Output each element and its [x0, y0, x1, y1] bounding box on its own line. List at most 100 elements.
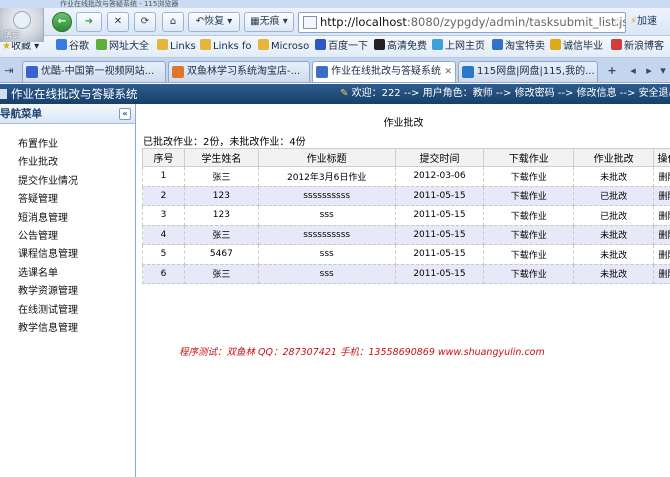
- cell-no: 2: [142, 185, 185, 206]
- home-icon: ⌂: [169, 16, 177, 27]
- download-link[interactable]: 下载作业: [483, 166, 575, 187]
- favorite-link[interactable]: 新浪博客: [611, 39, 664, 55]
- favorites-label: 收藏: [10, 41, 31, 52]
- youku-icon: [26, 66, 38, 78]
- system-icon: [0, 89, 7, 99]
- homework-table: 序号 学生姓名 作业标题 提交时间 下载作业 作业批改 操作 1 张三 2012…: [142, 148, 670, 284]
- sidebar-item-grade-homework[interactable]: 作业批改: [0, 154, 135, 172]
- favorite-link[interactable]: 网址大全: [96, 39, 149, 55]
- browser-logo[interactable]: 演示: [0, 8, 44, 42]
- delete-link[interactable]: 删除: [653, 244, 670, 265]
- star-icon[interactable]: ☆: [612, 13, 623, 32]
- scroll-right-icon[interactable]: ▸: [642, 62, 656, 80]
- credit-text: 程序测试：双鱼林 QQ：287307421 手机：13558690869 www…: [179, 347, 545, 358]
- delete-link[interactable]: 删除: [653, 205, 670, 226]
- sidebar-item-teaching-info[interactable]: 教学信息管理: [0, 320, 135, 338]
- favorite-label: Microso: [271, 41, 310, 52]
- cell-title: ssssssssss: [257, 185, 396, 206]
- favorite-link[interactable]: Links fo: [200, 39, 252, 55]
- sidebar-item-online-test[interactable]: 在线测试管理: [0, 302, 135, 320]
- grade-status-link[interactable]: 已批改: [573, 185, 654, 206]
- main-content: 作业批改 已批改作业：2份，未批改作业：4份 序号 学生姓名 作业标题 提交时间…: [137, 104, 670, 477]
- favorite-link[interactable]: 高清免费: [374, 39, 427, 55]
- change-password-link[interactable]: 修改密码: [515, 88, 555, 99]
- tab-store[interactable]: 双鱼林学习系统淘宝店-...: [168, 61, 310, 82]
- collapse-icon[interactable]: «: [119, 108, 131, 120]
- favorite-label: 高清免费: [387, 41, 427, 52]
- google-icon: [56, 39, 67, 50]
- cell-time: 2012-03-06: [394, 166, 485, 187]
- tab-bar: ⇥ 优酷-中国第一视频网站... 双鱼林学习系统淘宝店-... 作业在线批改与答…: [0, 58, 670, 83]
- page-icon: [303, 16, 317, 29]
- user-bar: ✎ 欢迎：222 --> 用户角色：教师 --> 修改密码 --> 修改信息 -…: [340, 84, 670, 104]
- download-link[interactable]: 下载作业: [483, 244, 575, 265]
- address-bar[interactable]: http://localhost:8080/zypgdy/admin/tasks…: [298, 12, 626, 33]
- incognito-button[interactable]: ▦无痕 ▾: [244, 12, 294, 32]
- refresh-button[interactable]: ⟳: [134, 12, 156, 32]
- favorite-link[interactable]: 百度一下: [315, 39, 368, 55]
- home-button[interactable]: ⌂: [162, 12, 184, 32]
- restore-button[interactable]: ↶恢复 ▾: [188, 12, 240, 32]
- arrow-text: -->: [557, 88, 574, 99]
- new-tab-button[interactable]: +: [604, 62, 620, 80]
- logout-link[interactable]: 安全退出: [639, 88, 670, 99]
- tab-current[interactable]: 作业在线批改与答疑系统 ✕: [312, 61, 456, 82]
- delete-link[interactable]: 删除: [653, 185, 670, 206]
- sidebar-toggle-icon[interactable]: ⇥: [2, 62, 16, 80]
- col-header-action: 操作: [653, 148, 670, 167]
- sidebar-item-announcements[interactable]: 公告管理: [0, 228, 135, 246]
- sidebar-item-submission-status[interactable]: 提交作业情况: [0, 173, 135, 191]
- app-header: 作业在线批改与答疑系统 ✎ 欢迎：222 --> 用户角色：教师 --> 修改密…: [0, 84, 670, 104]
- back-button[interactable]: ←: [52, 12, 72, 32]
- favorite-link[interactable]: 诚信毕业: [550, 39, 603, 55]
- tab-menu-icon[interactable]: ▾: [656, 62, 670, 80]
- sidebar-item-resources[interactable]: 教学资源管理: [0, 283, 135, 301]
- sidebar-item-courses[interactable]: 课程信息管理: [0, 246, 135, 264]
- folder-icon: [200, 39, 211, 50]
- cell-student: 张三: [183, 224, 259, 245]
- download-link[interactable]: 下载作业: [483, 263, 575, 284]
- logo-text: 演示: [4, 30, 20, 39]
- delete-link[interactable]: 删除: [653, 224, 670, 245]
- download-link[interactable]: 下载作业: [483, 185, 575, 206]
- grade-status-link[interactable]: 未批改: [573, 244, 654, 265]
- delete-link[interactable]: 删除: [653, 166, 670, 187]
- home-icon: [432, 39, 443, 50]
- favorite-link[interactable]: 上网主页: [432, 39, 485, 55]
- scroll-left-icon[interactable]: ◂: [626, 62, 640, 80]
- grade-status-link[interactable]: 未批改: [573, 224, 654, 245]
- cell-time: 2011-05-15: [394, 263, 485, 284]
- grade-status-link[interactable]: 已批改: [573, 205, 654, 226]
- sidebar-item-qa[interactable]: 答疑管理: [0, 191, 135, 209]
- page-title: 作业批改: [383, 118, 424, 129]
- restore-label: 恢复: [204, 16, 225, 27]
- page-icon: [316, 66, 328, 78]
- stop-button[interactable]: ✕: [107, 12, 129, 32]
- cell-student: 123: [183, 185, 259, 206]
- forward-button[interactable]: ➜: [76, 12, 102, 32]
- sidebar-item-assign-homework[interactable]: 布置作业: [0, 136, 135, 154]
- sidebar-item-enrollment[interactable]: 选课名单: [0, 265, 135, 283]
- download-link[interactable]: 下载作业: [483, 224, 575, 245]
- favorite-link[interactable]: Microso: [258, 39, 309, 55]
- close-tab-icon[interactable]: ✕: [444, 62, 452, 82]
- favorite-link[interactable]: Links: [157, 39, 196, 55]
- favorite-link[interactable]: 淘宝特卖: [492, 39, 545, 55]
- change-info-link[interactable]: 修改信息: [577, 88, 617, 99]
- delete-link[interactable]: 删除: [653, 263, 670, 284]
- accelerate-button[interactable]: ⚡加速: [630, 12, 670, 32]
- tab-youku[interactable]: 优酷-中国第一视频网站...: [22, 61, 166, 82]
- sidebar-item-messages[interactable]: 短消息管理: [0, 210, 135, 228]
- download-link[interactable]: 下载作业: [483, 205, 575, 226]
- tab-115[interactable]: 115网盘|网盘|115,我的...: [458, 61, 598, 82]
- col-header-no: 序号: [142, 148, 185, 167]
- table-row: 3 123 sss 2011-05-15 下载作业 已批改 删除: [142, 205, 670, 226]
- cell-student: 123: [183, 205, 259, 226]
- folder-icon: [157, 39, 168, 50]
- sina-icon: [611, 39, 622, 50]
- favorite-link[interactable]: 谷歌: [56, 39, 89, 55]
- grade-status-link[interactable]: 未批改: [573, 166, 654, 187]
- tab-label: 双鱼林学习系统淘宝店-...: [187, 66, 301, 77]
- grade-status-link[interactable]: 未批改: [573, 263, 654, 284]
- cell-title: sss: [257, 205, 396, 226]
